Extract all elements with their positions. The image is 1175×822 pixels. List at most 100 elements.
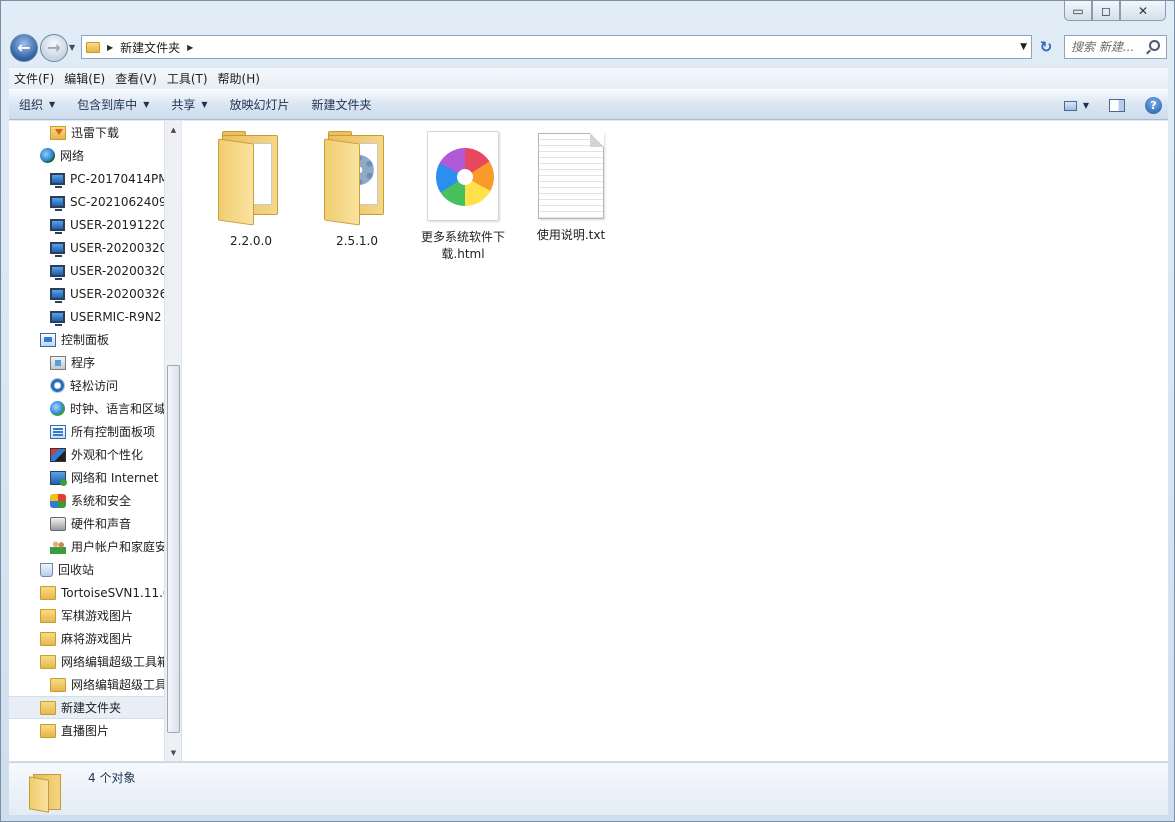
include-in-library-label: 包含到库中: [77, 98, 138, 112]
nav-tree-item[interactable]: 麻将游戏图片: [9, 627, 165, 650]
nav-tree-label: 硬件和声音: [71, 517, 132, 531]
nav-tree-item[interactable]: 直播图片: [9, 719, 165, 742]
refresh-button[interactable]: ↻: [1034, 35, 1058, 59]
menu-file[interactable]: 文件(F): [9, 70, 59, 87]
file-item[interactable]: 更多系统软件下载.html: [415, 127, 511, 263]
help-icon[interactable]: ?: [1145, 97, 1162, 114]
nav-tree-item[interactable]: 网络编辑超级工具: [9, 673, 165, 696]
scrollbar-thumb[interactable]: [167, 365, 180, 733]
share-button[interactable]: 共享 ▼: [161, 96, 219, 113]
file-list-area[interactable]: 2.2.0.0 2.5.1.0 更多系统软件下载.html 使用说明.txt: [182, 121, 1168, 761]
nav-tree-item[interactable]: 用户帐户和家庭安: [9, 535, 165, 558]
nav-tree-item[interactable]: 硬件和声音: [9, 512, 165, 535]
nav-tree-item[interactable]: 回收站: [9, 558, 165, 581]
nav-tree-item[interactable]: 轻松访问: [9, 374, 165, 397]
menu-view[interactable]: 查看(V): [110, 70, 162, 87]
maximize-button[interactable]: ◻: [1092, 1, 1120, 21]
security-icon: [50, 493, 66, 508]
control-panel-icon: [40, 332, 56, 347]
programs-icon: [50, 355, 66, 370]
nav-tree-item[interactable]: 外观和个性化: [9, 443, 165, 466]
breadcrumb-separator-icon[interactable]: ▶: [107, 43, 113, 52]
dropdown-arrow-icon: ▼: [143, 100, 150, 109]
close-button[interactable]: ✕: [1120, 1, 1166, 21]
nav-tree-item[interactable]: 网络: [9, 144, 165, 167]
file-name: 使用说明.txt: [536, 228, 606, 242]
user-accounts-icon: [50, 539, 66, 554]
change-view-icon[interactable]: [1063, 100, 1077, 111]
nav-tree-label: USER-20200320.: [70, 240, 165, 255]
scroll-down-arrow-icon[interactable]: ▼: [165, 744, 182, 761]
new-folder-button[interactable]: 新建文件夹: [302, 96, 384, 113]
nav-tree-label: 网络: [60, 149, 85, 163]
close-icon: ✕: [1137, 3, 1149, 18]
nav-tree-item[interactable]: 程序: [9, 351, 165, 374]
folder-icon: [29, 771, 65, 813]
nav-tree-item[interactable]: 控制面板: [9, 328, 165, 351]
nav-tree-item[interactable]: 军棋游戏图片: [9, 604, 165, 627]
nav-tree-item[interactable]: USER-20200326: [9, 282, 165, 305]
address-history-dropdown-icon[interactable]: ▼: [1020, 42, 1027, 52]
nav-tree-item[interactable]: 网络编辑超级工具箱: [9, 650, 165, 673]
breadcrumb-separator-icon[interactable]: ▶: [187, 43, 193, 52]
nav-tree-item[interactable]: 时钟、语言和区域: [9, 397, 165, 420]
hardware-icon: [50, 516, 66, 531]
file-item[interactable]: 2.5.1.0: [309, 127, 405, 250]
address-bar[interactable]: ▶ 新建文件夹 ▶ ▼: [81, 35, 1032, 59]
minimize-icon: ▭: [1072, 3, 1084, 18]
organize-button[interactable]: 组织 ▼: [9, 96, 67, 113]
menu-edit[interactable]: 编辑(E): [59, 70, 110, 87]
forward-button[interactable]: →: [40, 34, 68, 62]
nav-tree-item[interactable]: 所有控制面板项: [9, 420, 165, 443]
computer-icon: [50, 287, 65, 303]
maximize-icon: ◻: [1101, 3, 1111, 18]
navigation-pane: 迅雷下载网络 PC-20170414PM SC-20210624091 USER-20…: [9, 121, 181, 761]
folder-icon: [50, 677, 66, 692]
breadcrumb-current[interactable]: 新建文件夹: [120, 39, 180, 56]
nav-tree-label: 时钟、语言和区域: [70, 402, 165, 416]
caption-buttons: ▭ ◻ ✕: [1064, 1, 1166, 23]
folder-icon: [40, 723, 56, 738]
organize-label: 组织: [19, 98, 44, 112]
slideshow-button[interactable]: 放映幻灯片: [220, 96, 302, 113]
nav-tree-item[interactable]: SC-20210624091: [9, 190, 165, 213]
back-button[interactable]: ←: [10, 34, 38, 62]
menu-help[interactable]: 帮助(H): [213, 70, 265, 87]
file-item[interactable]: 2.2.0.0: [203, 127, 299, 250]
nav-tree-item[interactable]: USER-20200320.: [9, 236, 165, 259]
view-options-dropdown-icon[interactable]: ▼: [1083, 101, 1089, 110]
computer-icon: [50, 264, 65, 280]
recent-pages-dropdown-icon[interactable]: ▼: [69, 43, 75, 52]
nav-tree-item[interactable]: 新建文件夹: [9, 696, 165, 719]
scroll-up-arrow-icon[interactable]: ▲: [165, 121, 182, 138]
computer-icon: [50, 172, 65, 188]
nav-tree-label: 程序: [71, 356, 96, 370]
nav-tree-label: 所有控制面板项: [71, 425, 156, 439]
minimize-button[interactable]: ▭: [1064, 1, 1092, 21]
nav-tree-item[interactable]: USERMIC-R9N2: [9, 305, 165, 328]
nav-tree-item[interactable]: 系统和安全: [9, 489, 165, 512]
file-item[interactable]: 使用说明.txt: [523, 127, 619, 244]
file-name: 2.5.1.0: [336, 234, 378, 248]
preview-pane-icon[interactable]: [1109, 99, 1125, 112]
navigation-scrollbar[interactable]: ▲ ▼: [164, 121, 181, 761]
nav-tree-item[interactable]: USER-20200320: [9, 259, 165, 282]
nav-tree-item[interactable]: 网络和 Internet: [9, 466, 165, 489]
nav-tree-item[interactable]: 迅雷下载: [9, 121, 165, 144]
nav-tree-item[interactable]: USER-20191220: [9, 213, 165, 236]
computer-icon: [50, 195, 65, 211]
nav-tree-item[interactable]: PC-20170414PM: [9, 167, 165, 190]
search-box[interactable]: [1064, 35, 1167, 59]
include-in-library-button[interactable]: 包含到库中 ▼: [67, 96, 161, 113]
search-input[interactable]: [1071, 40, 1149, 54]
nav-tree-item[interactable]: TortoiseSVN1.11.0: [9, 581, 165, 604]
menu-tools[interactable]: 工具(T): [162, 70, 213, 87]
folder-icon: [40, 654, 56, 669]
search-icon[interactable]: [1149, 40, 1160, 51]
nav-tree-label: 用户帐户和家庭安: [71, 540, 165, 554]
details-pane: 4 个对象: [9, 762, 1168, 815]
nav-tree-label: USER-20200326: [70, 286, 165, 301]
nav-tree-label: USER-20191220: [70, 217, 165, 232]
nav-tree-label: 轻松访问: [70, 379, 119, 393]
folder-icon: [40, 700, 56, 715]
